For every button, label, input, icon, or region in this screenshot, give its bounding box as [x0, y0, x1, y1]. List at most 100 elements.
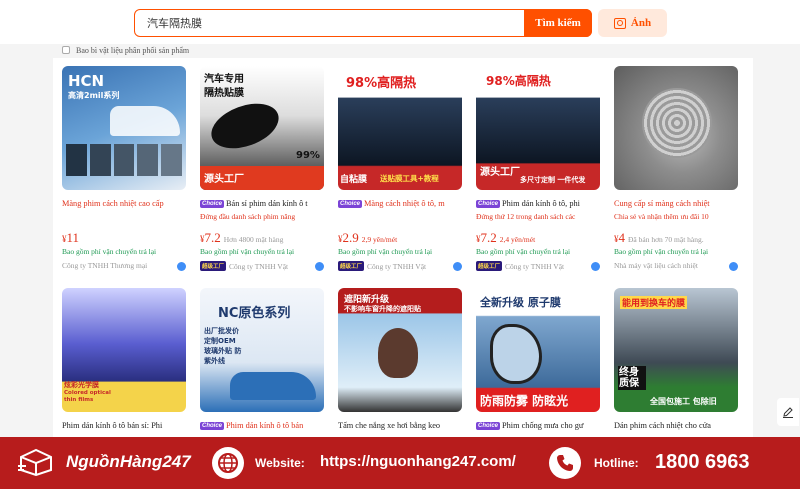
seller-name[interactable]: Công ty TNHH Vật	[229, 262, 324, 271]
search-button[interactable]: Tìm kiếm	[524, 9, 592, 37]
price-note: 2,4 yên/mét	[499, 235, 536, 244]
search-input[interactable]	[135, 10, 525, 35]
image-caption: 多尺寸定制 一件代发	[520, 176, 586, 184]
product-title[interactable]: Cung cấp sỉ màng cách nhiệt	[614, 198, 738, 209]
hotline-label: Hotline:	[594, 456, 639, 470]
product-title[interactable]: Tấm che nắng xe hơi bằng keo	[338, 420, 462, 431]
price-note: 2,9 yên/mét	[361, 235, 398, 244]
product-card[interactable]: HCN 高清2mil系列 Màng phim cách nhiệt cao cấ…	[53, 58, 186, 273]
seller-name[interactable]: Công ty TNHH Thương mại	[62, 261, 162, 270]
filter-checkbox[interactable]	[62, 46, 70, 54]
rank-note: Chia sẻ và nhận thêm ưu đãi 10	[614, 212, 709, 221]
car-shape	[110, 106, 180, 136]
rank-note: Đứng đầu danh sách phim năng	[200, 212, 296, 221]
choice-badge: Choice	[476, 422, 501, 430]
image-caption: 源头工厂	[480, 167, 520, 178]
image-search-label: Ảnh	[630, 17, 652, 29]
product-card[interactable]: 汽车专用 隔热贴膜 99% 源头工厂 Choice Bán sỉ phim dán…	[191, 58, 324, 273]
image-caption: 全新升级 原子膜	[480, 296, 561, 309]
info-icon[interactable]	[591, 262, 600, 271]
seller-row[interactable]: Công ty TNHH Thương mại	[62, 261, 186, 270]
seller-name[interactable]: Nhà máy vật liệu cách nhiệt	[614, 261, 714, 270]
image-caption: 能用到换车的膜	[620, 296, 688, 309]
image-caption: 自粘膜	[340, 175, 368, 185]
person-shape	[378, 328, 418, 378]
image-caption: 防雨防雾 防眩光	[480, 394, 569, 408]
website-link[interactable]: https://nguonhang247.com/	[320, 453, 516, 470]
website-label: Website:	[255, 456, 305, 470]
price-row: ¥2.9 2,9 yên/mét	[338, 230, 397, 246]
search-header: Tìm kiếm Ảnh	[0, 0, 800, 44]
pencil-icon	[783, 407, 793, 418]
shipping-note: Bao gồm phí vận chuyển trả lại	[476, 247, 571, 256]
product-image[interactable]: 98%高隔热 自粘膜 送贴膜工具+教程	[338, 66, 462, 190]
product-image[interactable]: 98%高隔热 源头工厂 多尺寸定制 一件代发	[476, 66, 600, 190]
product-price: ¥7.2	[476, 230, 497, 245]
product-title[interactable]: Màng phim cách nhiệt cao cấp	[62, 198, 186, 209]
product-image[interactable]: HCN 高清2mil系列	[62, 66, 186, 190]
price-note: Đã bán hơn 70 mặt hàng.	[628, 235, 704, 244]
product-image[interactable]: NC原色系列 出厂批发价 定制OEM 玻璃外贴 防紫外线	[200, 288, 324, 412]
product-title[interactable]: Dán phim cách nhiệt cho cửa	[614, 420, 738, 431]
info-icon[interactable]	[177, 262, 186, 271]
choice-badge: Choice	[476, 200, 501, 208]
image-search-button[interactable]: Ảnh	[598, 9, 667, 37]
image-caption: 隔热贴膜	[204, 88, 244, 99]
box-logo-icon	[18, 448, 52, 476]
product-title[interactable]: Phim dán kính ô tô bán sỉ: Phi	[62, 420, 186, 431]
seller-name[interactable]: Công ty TNHH Vật	[505, 262, 600, 271]
price-row: ¥7.2 Hơn 4800 mặt hàng	[200, 230, 283, 246]
shipping-note: Bao gồm phí vận chuyển trả lại	[614, 247, 709, 256]
info-icon[interactable]	[315, 262, 324, 271]
product-grid: HCN 高清2mil系列 Màng phim cách nhiệt cao cấ…	[53, 58, 753, 438]
product-image[interactable]	[614, 66, 738, 190]
product-title[interactable]: Choice Màng cách nhiệt ô tô, m	[338, 198, 462, 209]
image-caption: 高清2mil系列	[68, 91, 120, 100]
image-caption: 炫彩光学膜	[64, 381, 99, 389]
hotline-number[interactable]: 1800 6963	[655, 451, 750, 474]
seller-row[interactable]: Nhà máy vật liệu cách nhiệt	[614, 261, 738, 270]
product-card[interactable]: 98%高隔热 自粘膜 送贴膜工具+教程 Choice Màng cách nhiệ…	[329, 58, 462, 273]
film-roll-shape	[205, 95, 285, 157]
product-image[interactable]: 全新升级 原子膜 防雨防雾 防眩光	[476, 288, 600, 412]
image-caption: 全国包施工 包除旧	[650, 397, 717, 406]
shipping-note: Bao gồm phí vận chuyển trả lại	[338, 247, 433, 256]
phone-icon	[549, 447, 581, 479]
image-caption: NC原色系列	[218, 306, 291, 321]
product-image[interactable]: 炫彩光学膜 Colored optical thin films	[62, 288, 186, 412]
image-caption: HCN	[68, 72, 105, 90]
product-price: ¥7.2	[200, 230, 221, 245]
product-image[interactable]: 遮阳新升级 不影响车窗升降的遮阳贴	[338, 288, 462, 412]
product-price: ¥2.9	[338, 230, 359, 245]
image-caption: 送贴膜工具+教程	[380, 174, 439, 183]
foil-roll-shape	[642, 88, 712, 158]
product-image[interactable]: 能用到换车的膜 终身质保 全国包施工 包除旧	[614, 288, 738, 412]
price-row: ¥7.2 2,4 yên/mét	[476, 230, 535, 246]
seller-name[interactable]: Công ty TNHH Vật	[367, 262, 462, 271]
image-caption: 99%	[296, 150, 320, 161]
search-box: Tìm kiếm	[134, 9, 592, 37]
product-title[interactable]: Choice Phim dán kính ô tô bán	[200, 420, 324, 431]
info-icon[interactable]	[729, 262, 738, 271]
film-swatches	[66, 144, 182, 176]
choice-badge: Choice	[200, 200, 225, 208]
shipping-note: Bao gồm phí vận chuyển trả lại	[200, 247, 295, 256]
info-icon[interactable]	[453, 262, 462, 271]
product-image[interactable]: 汽车专用 隔热贴膜 99% 源头工厂	[200, 66, 324, 190]
seller-row[interactable]: 超级工厂 Công ty TNHH Vật	[200, 261, 324, 271]
footer-banner: NguồnHàng247 Website: https://nguonhang2…	[0, 437, 800, 489]
product-title[interactable]: Choice Phim chống mưa cho gư	[476, 420, 600, 431]
seller-row[interactable]: 超级工厂 Công ty TNHH Vật	[338, 261, 462, 271]
super-factory-badge: 超级工厂	[338, 261, 365, 271]
image-caption: 98%高隔热	[346, 76, 417, 91]
filter-row[interactable]: Bao bì vật liệu phân phối sản phẩm	[62, 43, 189, 57]
product-card[interactable]: 98%高隔热 源头工厂 多尺寸定制 一件代发 Choice Phim dán kí…	[467, 58, 600, 273]
feedback-button[interactable]	[777, 398, 799, 426]
seller-row[interactable]: 超级工厂 Công ty TNHH Vật	[476, 261, 600, 271]
choice-badge: Choice	[200, 422, 225, 430]
product-card[interactable]: Cung cấp sỉ màng cách nhiệt Chia sẻ và n…	[605, 58, 738, 273]
product-title[interactable]: Choice Bán sỉ phim dán kính ô t	[200, 198, 324, 209]
product-title[interactable]: Choice Phim dán kính ô tô, phi	[476, 198, 600, 209]
image-caption: 不影响车窗升降的遮阳贴	[344, 305, 421, 313]
filter-label: Bao bì vật liệu phân phối sản phẩm	[76, 45, 190, 55]
